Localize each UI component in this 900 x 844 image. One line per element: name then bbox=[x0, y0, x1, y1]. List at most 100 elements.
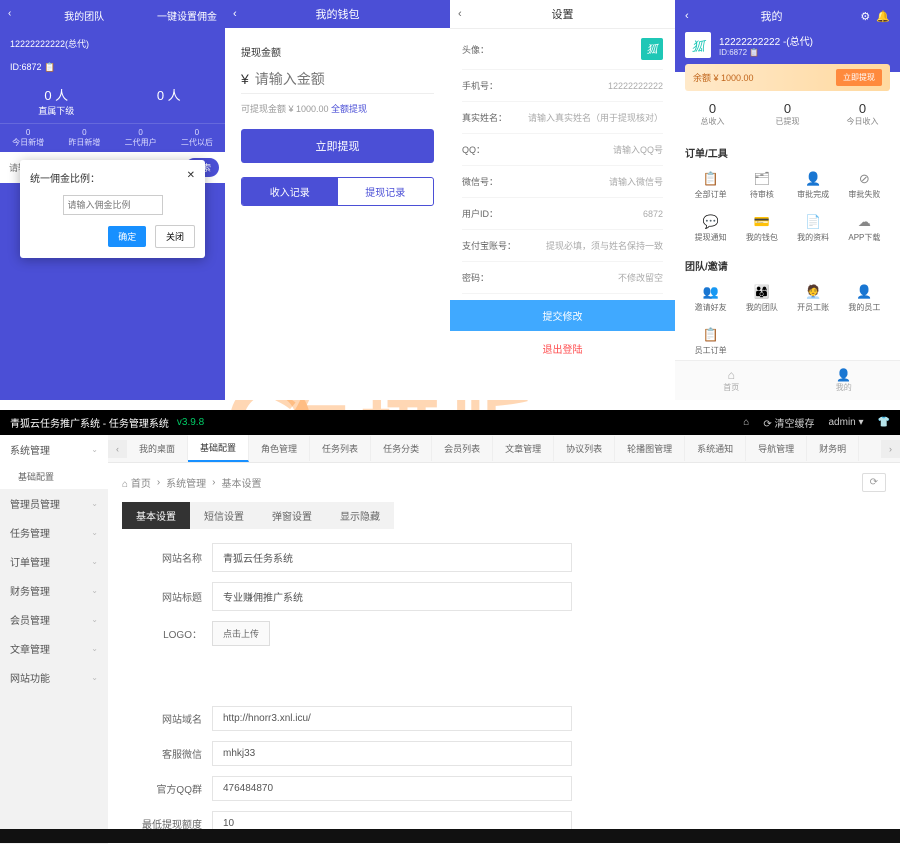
sidebar-item[interactable]: 文章管理⌄ bbox=[0, 634, 108, 663]
avatar[interactable]: 狐 bbox=[685, 32, 711, 58]
back-icon[interactable]: ‹ bbox=[8, 8, 11, 23]
tabs-scroll-right[interactable]: › bbox=[881, 440, 900, 458]
user-line1: 12222222222 -(总代) bbox=[719, 33, 813, 48]
amount-input[interactable] bbox=[255, 71, 436, 87]
tab[interactable]: 任务分类 bbox=[371, 436, 432, 461]
qq-input[interactable]: 请输入QQ号 bbox=[613, 143, 663, 156]
chevron-icon: ⌄ bbox=[91, 499, 98, 508]
copy-icon[interactable]: 📋 bbox=[44, 62, 55, 72]
tab[interactable]: 角色管理 bbox=[249, 436, 310, 461]
field-input[interactable]: 专业赚佣推广系统 bbox=[212, 582, 572, 611]
field-input[interactable]: http://hnorr3.xnl.icu/ bbox=[212, 706, 572, 731]
sidebar-item[interactable]: 会员管理⌄ bbox=[0, 605, 108, 634]
chevron-icon: ⌄ bbox=[91, 557, 98, 566]
sidebar-item[interactable]: 财务管理⌄ bbox=[0, 576, 108, 605]
sidebar-item[interactable]: 任务管理⌄ bbox=[0, 518, 108, 547]
clear-cache-button[interactable]: ⟳ 清空缓存 bbox=[763, 415, 814, 430]
avatar[interactable]: 狐 bbox=[641, 38, 663, 60]
phone-value[interactable]: 12222222222 bbox=[608, 81, 663, 91]
submit-button[interactable]: 提交修改 bbox=[450, 300, 675, 331]
crumb-a[interactable]: 系统管理 bbox=[166, 475, 206, 490]
action-set-commission[interactable]: 一键设置佣金 bbox=[157, 8, 217, 23]
alipay-input[interactable]: 提现必填，须与姓名保持一致 bbox=[546, 239, 663, 252]
grid-item[interactable]: 📋员工订单 bbox=[685, 320, 736, 363]
sidebar-item[interactable]: 订单管理⌄ bbox=[0, 547, 108, 576]
grid-item[interactable]: 💬提现通知 bbox=[685, 207, 736, 250]
withdraw-button[interactable]: 立即提现 bbox=[241, 129, 434, 163]
password-input[interactable]: 不修改留空 bbox=[618, 271, 663, 284]
subtab[interactable]: 弹窗设置 bbox=[258, 502, 326, 529]
withdraw-now-button[interactable]: 立即提现 bbox=[836, 69, 882, 86]
grid-icon: 💳 bbox=[736, 214, 787, 230]
lab-gen2: 二代用户 bbox=[113, 137, 169, 148]
hint-text: 可提现金额 ¥ 1000.00 bbox=[241, 104, 331, 114]
upload-button[interactable]: 点击上传 bbox=[212, 621, 270, 646]
form-row: 网站域名http://hnorr3.xnl.icu/ bbox=[122, 706, 886, 731]
tabs-scroll-left[interactable]: ‹ bbox=[108, 440, 127, 458]
back-icon[interactable]: ‹ bbox=[233, 8, 237, 20]
grid-item[interactable]: ⊘审批失败 bbox=[839, 164, 890, 207]
tab[interactable]: 导航管理 bbox=[746, 436, 807, 461]
subtab[interactable]: 基本设置 bbox=[122, 502, 190, 529]
grid-item[interactable]: ☁APP下载 bbox=[839, 207, 890, 250]
grid-item[interactable]: 👤审批完成 bbox=[788, 164, 839, 207]
sidebar-item[interactable]: 系统管理⌄ bbox=[0, 435, 108, 464]
tab[interactable]: 基础配置 bbox=[188, 435, 249, 462]
tab-mine[interactable]: 👤我的 bbox=[788, 361, 900, 400]
tab[interactable]: 财务明 bbox=[807, 436, 859, 461]
withdraw-all-link[interactable]: 全额提现 bbox=[331, 104, 367, 114]
field-input[interactable]: 476484870 bbox=[212, 776, 572, 801]
grid-item[interactable]: 👤我的员工 bbox=[839, 277, 890, 320]
field-input[interactable]: 青狐云任务系统 bbox=[212, 543, 572, 572]
back-icon[interactable]: ‹ bbox=[458, 8, 462, 20]
bell-icon[interactable]: 🔔 bbox=[876, 10, 890, 23]
crumb-home[interactable]: ⌂ 首页 bbox=[122, 475, 151, 490]
sidebar-item[interactable]: 管理员管理⌄ bbox=[0, 489, 108, 518]
grid-icon: 📄 bbox=[788, 214, 839, 230]
grid-item[interactable]: 📋全部订单 bbox=[685, 164, 736, 207]
grid-item[interactable]: 🧑‍💼开员工账 bbox=[788, 277, 839, 320]
field-input[interactable]: mhkj33 bbox=[212, 741, 572, 766]
user-id: ID:6872 bbox=[10, 62, 42, 72]
theme-icon[interactable]: 👕 bbox=[878, 417, 890, 428]
grid-item[interactable]: 📄我的资料 bbox=[788, 207, 839, 250]
tab[interactable]: 系统通知 bbox=[685, 436, 746, 461]
gear-icon[interactable]: ⚙ bbox=[860, 10, 870, 23]
tab[interactable]: 文章管理 bbox=[493, 436, 554, 461]
tab[interactable]: 我的桌面 bbox=[127, 436, 188, 461]
grid-item[interactable]: 👥邀请好友 bbox=[685, 277, 736, 320]
balance-label: 余额 ¥ 1000.00 bbox=[693, 71, 754, 84]
close-icon[interactable]: ✕ bbox=[187, 170, 195, 185]
tab-home[interactable]: ⌂首页 bbox=[675, 361, 788, 400]
grid-item[interactable]: 👨‍👩‍👦我的团队 bbox=[736, 277, 787, 320]
user-menu[interactable]: admin ▾ bbox=[829, 417, 864, 428]
realname-input[interactable]: 请输入真实姓名（用于提现核对） bbox=[528, 111, 663, 124]
tab-income[interactable]: 收入记录 bbox=[242, 178, 338, 205]
commission-input[interactable] bbox=[63, 195, 163, 215]
tab[interactable]: 会员列表 bbox=[432, 436, 493, 461]
sidebar-item[interactable]: 网站功能⌄ bbox=[0, 663, 108, 692]
chevron-icon: ⌄ bbox=[91, 673, 98, 682]
home-icon[interactable]: ⌂ bbox=[743, 417, 749, 428]
subtab[interactable]: 短信设置 bbox=[190, 502, 258, 529]
grid-item[interactable]: 💳我的钱包 bbox=[736, 207, 787, 250]
subtab[interactable]: 显示隐藏 bbox=[326, 502, 394, 529]
grid-item[interactable]: 🗂待审核 bbox=[736, 164, 787, 207]
phone-mine: ‹我的⚙🔔 狐 12222222222 -(总代)ID:6872 📋 余额 ¥ … bbox=[675, 0, 900, 400]
section-orders-title: 订单/工具 bbox=[685, 137, 890, 164]
tab[interactable]: 协议列表 bbox=[554, 436, 615, 461]
ok-button[interactable]: 确定 bbox=[108, 226, 146, 247]
tab-withdraw[interactable]: 提现记录 bbox=[338, 178, 434, 205]
tab[interactable]: 轮播图管理 bbox=[615, 436, 685, 461]
back-icon[interactable]: ‹ bbox=[685, 10, 689, 22]
user-line2[interactable]: ID:6872 📋 bbox=[719, 48, 813, 57]
field-label: 客服微信 bbox=[122, 746, 202, 761]
logout-button[interactable]: 退出登陆 bbox=[450, 331, 675, 366]
title: 设置 bbox=[552, 6, 574, 22]
cancel-button[interactable]: 关闭 bbox=[155, 225, 195, 248]
home-icon: ⌂ bbox=[675, 368, 788, 382]
sidebar-subitem[interactable]: 基础配置 bbox=[0, 464, 108, 489]
refresh-icon[interactable]: ⟳ bbox=[862, 473, 886, 492]
tab[interactable]: 任务列表 bbox=[310, 436, 371, 461]
wechat-input[interactable]: 请输入微信号 bbox=[609, 175, 663, 188]
